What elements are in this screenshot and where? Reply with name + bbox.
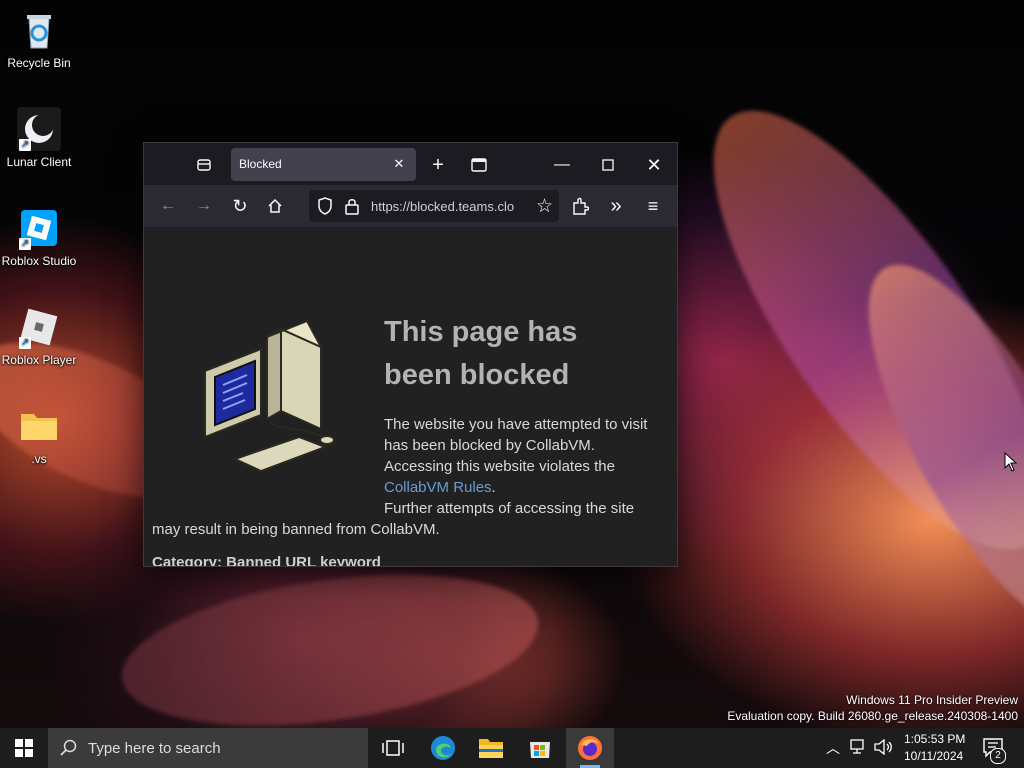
hamburger-menu-icon[interactable]: ≡ [639, 192, 667, 220]
firefox-icon [578, 736, 602, 760]
search-icon [60, 739, 77, 756]
mouse-cursor-icon [1004, 451, 1018, 477]
task-view-icon [382, 740, 404, 756]
home-icon[interactable] [261, 192, 289, 220]
blocked-text-line-5: may result in being banned from CollabVM… [152, 521, 440, 538]
taskbar: Type here to search ︿ 1:05:53 PM 10/11/2… [0, 728, 1024, 768]
desktop-icon-label: Roblox Studio [1, 254, 77, 268]
taskbar-edge-button[interactable] [420, 728, 466, 768]
overflow-menu-icon[interactable]: » [602, 192, 630, 220]
blocked-text-line-1: The website you have attempted to visit [384, 416, 648, 433]
navigation-toolbar: ← → ↻ https://blocked.teams.clo ☆ » ≡ [144, 185, 677, 227]
search-placeholder: Type here to search [88, 740, 221, 757]
blocked-text-line-2: has been blocked by CollabVM. [384, 437, 595, 454]
desktop-icon-recycle-bin[interactable]: Recycle Bin [0, 8, 79, 70]
tab-blocked[interactable]: Blocked ✕ [231, 148, 416, 181]
windows-watermark-line-1: Windows 11 Pro Insider Preview [846, 693, 1018, 707]
desktop-icon-label: Lunar Client [6, 155, 72, 169]
category-line-partial: Category: Banned URL keyword [152, 554, 381, 566]
edge-icon [431, 736, 455, 760]
address-bar[interactable]: https://blocked.teams.clo ☆ [309, 190, 559, 222]
desktop-icon-label: .vs [31, 452, 47, 466]
page-headline: This page has been blocked [384, 311, 664, 397]
firefox-view-icon[interactable] [190, 151, 218, 179]
collabvm-rules-link[interactable]: CollabVM Rules [384, 479, 492, 496]
tab-bar: Blocked ✕ + — ✕ [144, 143, 677, 185]
show-hidden-icons-chevron-icon[interactable]: ︿ [826, 738, 840, 758]
taskbar-file-explorer-button[interactable] [468, 728, 514, 768]
list-all-tabs-icon[interactable] [465, 151, 493, 179]
minimize-icon[interactable]: — [548, 151, 576, 179]
file-explorer-icon [479, 739, 503, 758]
lunar-client-icon: ↗ [17, 107, 61, 151]
folder-icon [17, 404, 61, 448]
clock-time: 1:05:53 PM [904, 732, 966, 746]
task-view-button[interactable] [370, 728, 416, 768]
microsoft-store-icon [530, 742, 550, 758]
desktop-icon-label: Recycle Bin [7, 56, 71, 70]
headline-line-2: been blocked [384, 359, 570, 391]
rules-period: . [491, 479, 496, 496]
blocked-text-line-4: Further attempts of accessing the site [384, 500, 635, 517]
roblox-player-icon: ↗ [17, 305, 61, 349]
taskbar-clock[interactable]: 1:05:53 PM 10/11/2024 [904, 731, 966, 765]
desktop-icon-label: Roblox Player [1, 353, 77, 367]
extensions-icon[interactable] [566, 192, 594, 220]
start-button[interactable] [0, 728, 46, 768]
page-content: This page has been blocked The website y… [144, 227, 677, 566]
blocked-computer-illustration [199, 319, 339, 489]
headline-line-1: This page has [384, 316, 578, 348]
taskbar-search-box[interactable]: Type here to search [48, 728, 368, 768]
shortcut-arrow-icon: ↗ [19, 238, 31, 250]
shortcut-arrow-icon: ↗ [19, 337, 31, 349]
firefox-window: Blocked ✕ + — ✕ ← → ↻ https://blocked.te… [144, 143, 677, 566]
reload-icon[interactable]: ↻ [226, 192, 254, 220]
url-text: https://blocked.teams.clo [371, 199, 515, 214]
close-window-icon[interactable]: ✕ [640, 151, 668, 179]
maximize-icon[interactable] [594, 151, 622, 179]
desktop-icon-lunar-client[interactable]: ↗ Lunar Client [0, 107, 79, 169]
lock-icon[interactable] [345, 197, 359, 220]
forward-icon[interactable]: → [190, 192, 218, 220]
desktop-icon-roblox-player[interactable]: ↗ Roblox Player [0, 305, 79, 367]
blocked-text-line-3: Accessing this website violates the [384, 458, 615, 475]
notification-badge: 2 [990, 748, 1006, 764]
recycle-bin-icon [17, 8, 61, 52]
taskbar-store-button[interactable] [517, 728, 563, 768]
network-icon[interactable] [850, 739, 868, 760]
roblox-studio-icon: ↗ [17, 206, 61, 250]
back-icon[interactable]: ← [154, 192, 182, 220]
rules-line: CollabVM Rules. [384, 477, 496, 498]
new-tab-icon[interactable]: + [424, 151, 452, 179]
tab-title: Blocked [239, 157, 282, 171]
tracking-protection-shield-icon[interactable] [317, 197, 333, 220]
volume-icon[interactable] [874, 738, 894, 760]
bookmark-star-icon[interactable]: ☆ [536, 195, 553, 218]
shortcut-arrow-icon: ↗ [19, 139, 31, 151]
notification-center-icon[interactable]: 2 [982, 737, 1006, 764]
clock-date: 10/11/2024 [904, 749, 964, 763]
desktop-icon-roblox-studio[interactable]: ↗ Roblox Studio [0, 206, 79, 268]
close-tab-icon[interactable]: ✕ [388, 153, 410, 175]
windows-watermark-line-2: Evaluation copy. Build 26080.ge_release.… [727, 709, 1018, 723]
windows-logo-icon [15, 739, 33, 757]
desktop-icon-vs-folder[interactable]: .vs [0, 404, 79, 466]
taskbar-firefox-button[interactable] [566, 728, 614, 768]
